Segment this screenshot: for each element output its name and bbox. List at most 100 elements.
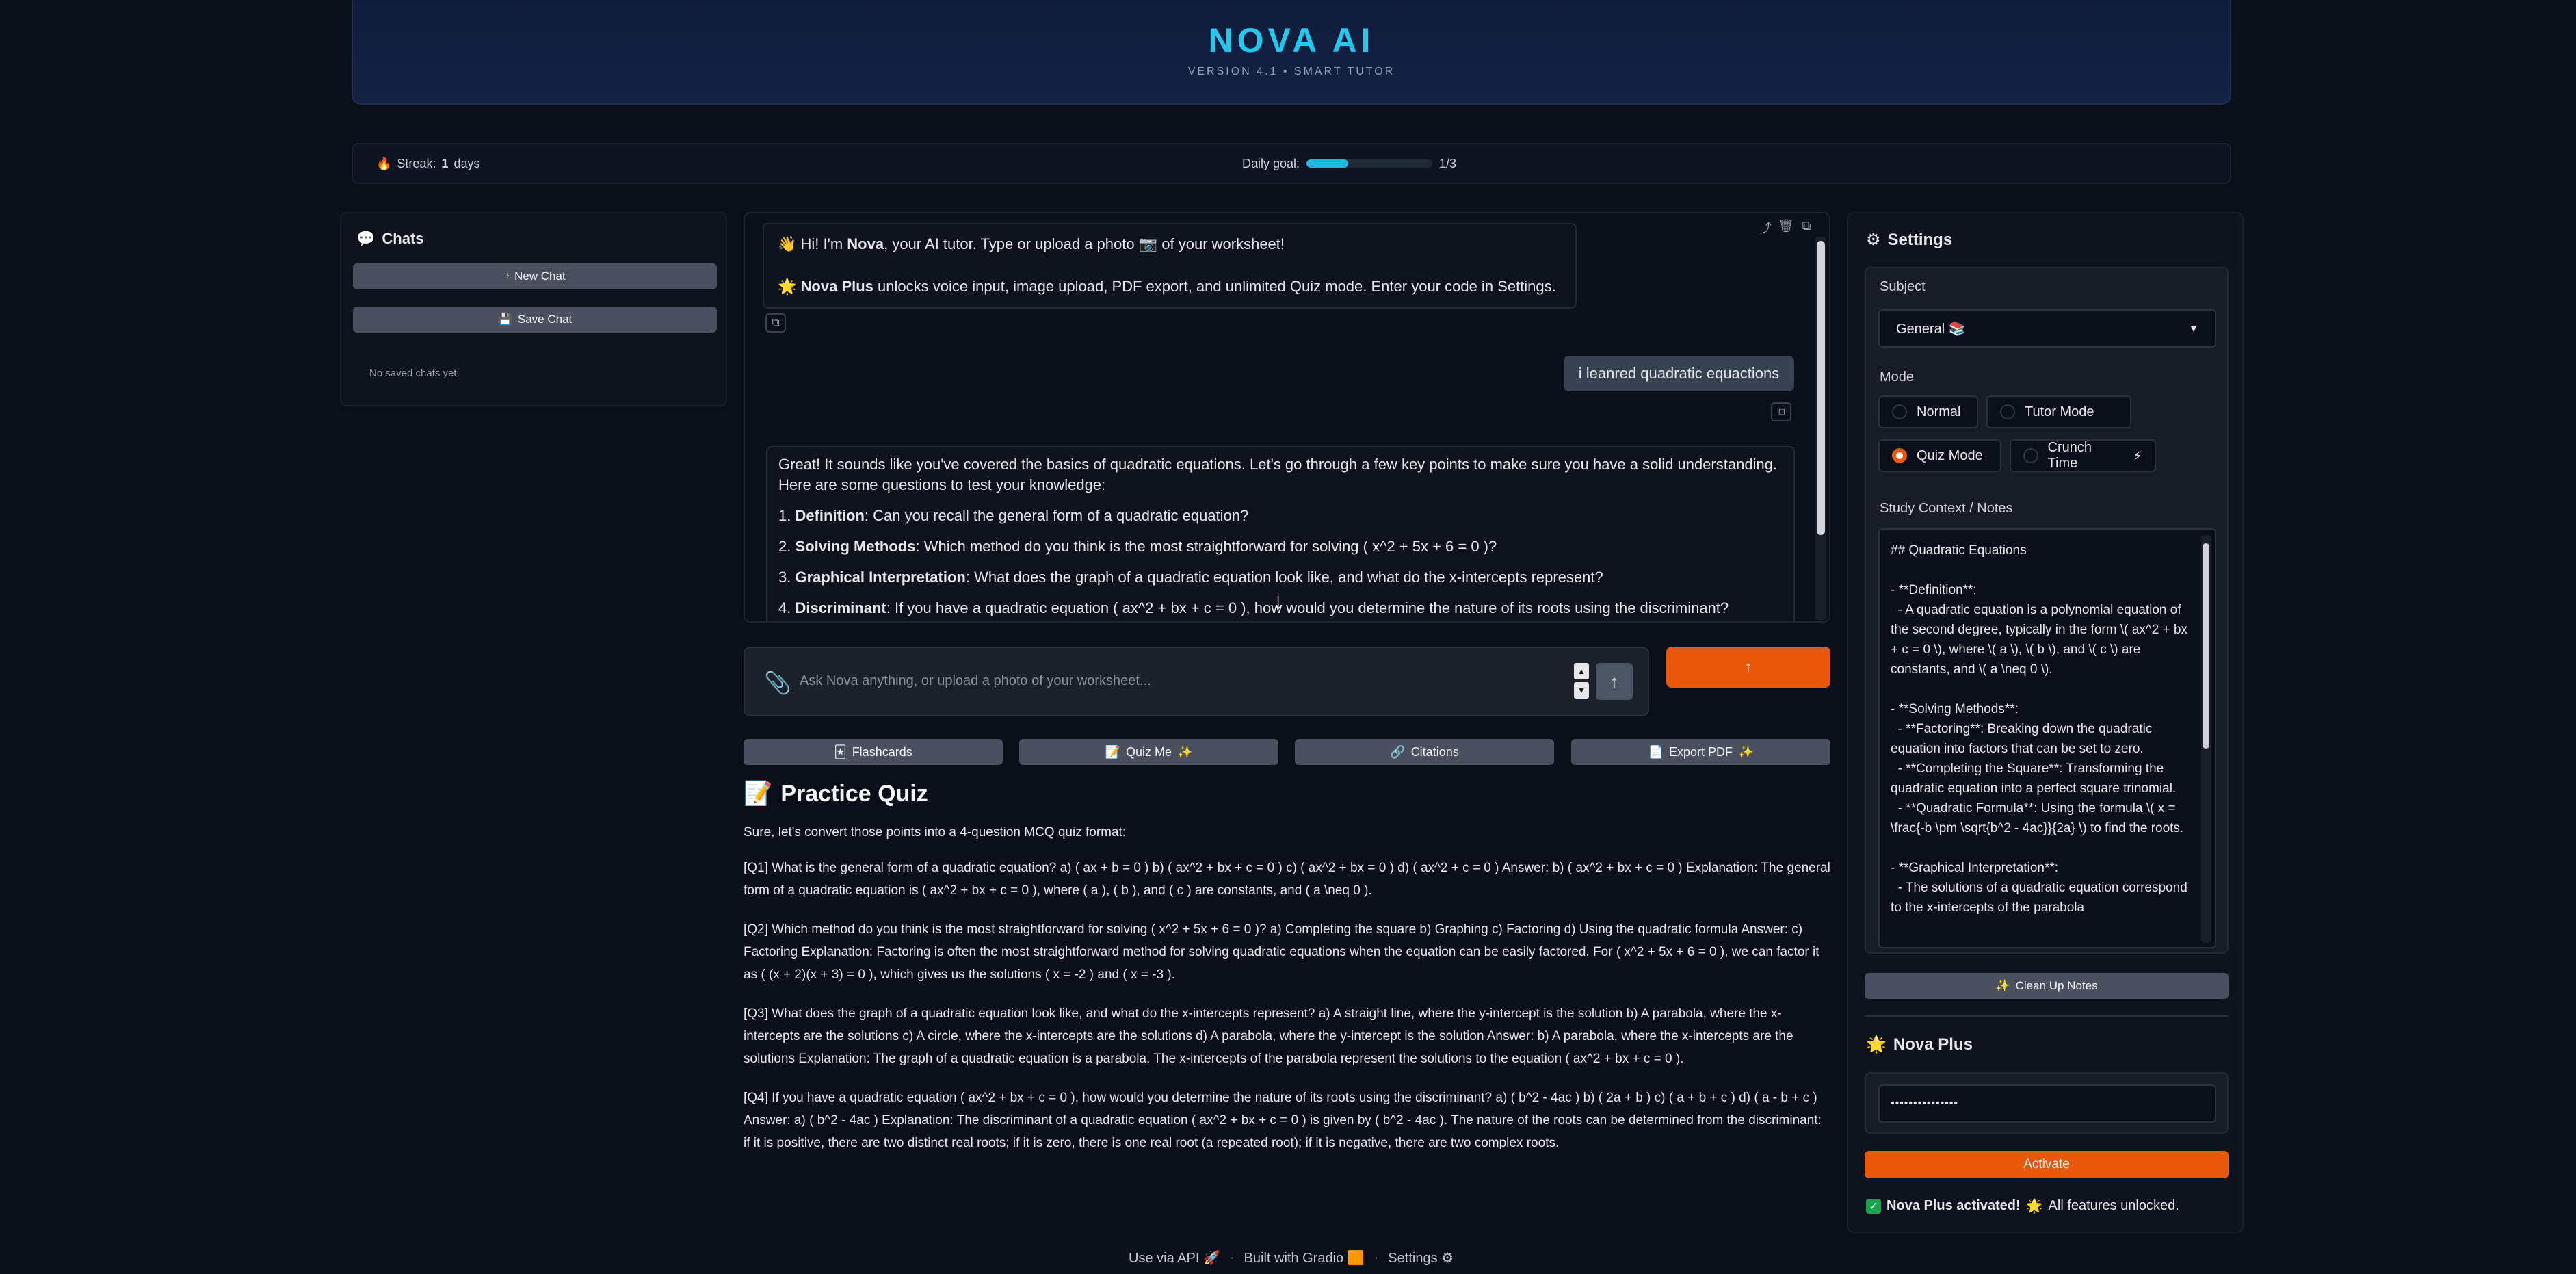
mode-quiz-radio[interactable]: Quiz Mode (1878, 439, 2001, 472)
settings-footer-label: Settings (1388, 1251, 1438, 1266)
radio-dot (1892, 404, 1907, 419)
settings-heading: ⚙ Settings (1866, 230, 1952, 250)
mode-crunch-radio[interactable]: Crunch Time ⚡ (2010, 439, 2156, 472)
scroll-down-icon[interactable]: ↓ (1272, 588, 1284, 615)
mode-label: Mode (1880, 369, 1915, 385)
lightning-icon: ⚡ (2132, 448, 2142, 464)
clean-up-label: Clean Up Notes (2015, 979, 2098, 992)
quiz-question: [Q2] Which method do you think is the mo… (744, 922, 1819, 982)
message-composer: 📎 ▲▼ ↑ (744, 647, 1649, 716)
point-text: : Which method do you think is the most … (915, 538, 1497, 555)
citations-button[interactable]: 🔗 Citations (1295, 739, 1554, 765)
memo-icon: 📝 (744, 781, 773, 807)
new-chat-button[interactable]: + New Chat (353, 263, 717, 289)
point-title: Discriminant (795, 599, 886, 616)
subject-dropdown[interactable]: General 📚 ▼ (1878, 309, 2216, 348)
greeting-message: 👋 Hi! I'm Nova, your AI tutor. Type or u… (763, 223, 1577, 309)
quiz-intro: Sure, let's convert those points into a … (744, 825, 1127, 840)
mode-label-tutor: Tutor Mode (2025, 404, 2094, 419)
mode-tutor-radio[interactable]: Tutor Mode (1986, 395, 2131, 428)
footer: Use via API 🚀 · Built with Gradio 🟧 · Se… (1129, 1249, 1471, 1266)
radio-dot-selected (1892, 448, 1907, 463)
save-icon: 💾 (497, 313, 512, 326)
streak-unit: days (454, 156, 480, 170)
separator: · (1374, 1250, 1379, 1265)
flashcards-button[interactable]: 🃏 Flashcards (744, 739, 1003, 765)
mode-label-normal: Normal (1917, 404, 1961, 419)
copy-icon[interactable]: ⧉ (1771, 402, 1791, 421)
nova-plus-title: Nova Plus (1893, 1035, 1973, 1054)
activate-button[interactable]: Activate (1865, 1151, 2229, 1178)
activation-status: ✓ Nova Plus activated! 🌟 All features un… (1866, 1197, 2179, 1214)
point-title: Definition (795, 507, 865, 524)
quiz-me-button[interactable]: 📝 Quiz Me ✨ (1019, 739, 1278, 765)
copy-all-icon[interactable]: ⧉ (1798, 219, 1815, 234)
streak-label: Streak: (397, 156, 436, 170)
radio-dot (2000, 404, 2015, 419)
use-api-link[interactable]: Use via API 🚀 (1129, 1249, 1220, 1266)
separator: · (1229, 1250, 1235, 1265)
activation-bold: Nova Plus activated! (1887, 1198, 2021, 1213)
notes-scroll-thumb[interactable] (2203, 543, 2209, 749)
use-api-label: Use via API (1129, 1251, 1200, 1266)
goal-progress-fill (1306, 159, 1348, 168)
status-bar: 🔥 Streak: 1 days Daily goal: 1/3 (352, 143, 2231, 184)
goal-count: 1/3 (1439, 156, 1457, 170)
export-pdf-button[interactable]: 📄 Export PDF ✨ (1571, 739, 1830, 765)
chat-scroll-thumb[interactable] (1817, 241, 1825, 535)
mode-normal-radio[interactable]: Normal (1878, 395, 1978, 428)
point-title: Solving Methods (795, 538, 916, 555)
subject-label: Subject (1880, 279, 1926, 294)
arrow-up-icon: ↑ (1609, 671, 1619, 692)
check-icon: ✓ (1866, 1198, 1881, 1214)
line-stepper[interactable]: ▲ ▼ (1574, 663, 1589, 699)
cards-icon: 🃏 (834, 744, 847, 759)
star-icon: 🌟 (2025, 1199, 2043, 1214)
flashcards-label: Flashcards (852, 744, 912, 759)
rocket-icon: 🚀 (1202, 1251, 1220, 1266)
message-input[interactable] (800, 667, 1620, 694)
mode-label-crunch: Crunch Time (2047, 440, 2092, 471)
bot-point: 1. Definition: Can you recall the genera… (778, 506, 1783, 526)
submit-arrow-button[interactable]: ↑ (1596, 663, 1633, 700)
code-field-wrap (1865, 1072, 2229, 1134)
quiz-heading: 📝 Practice Quiz (744, 780, 1830, 807)
point-text: : If you have a quadratic equation ( ax^… (886, 599, 1729, 616)
arrow-up-icon: ↑ (1744, 658, 1752, 675)
stepper-up-icon[interactable]: ▲ (1574, 663, 1589, 679)
save-chat-label: Save Chat (517, 313, 573, 326)
mode-label-quiz: Quiz Mode (1917, 447, 1983, 463)
brand-title: NOVA AI (1208, 21, 1375, 60)
export-pdf-label: Export PDF (1668, 744, 1733, 759)
paperclip-icon[interactable]: 📎 (764, 670, 791, 696)
stepper-down-icon[interactable]: ▼ (1574, 682, 1589, 699)
practice-quiz: 📝 Practice Quiz Sure, let's convert thos… (744, 780, 1830, 1154)
chat-log[interactable]: ⤴ 🗑 ⧉ 👋 Hi! I'm Nova, your AI tutor. Typ… (744, 212, 1830, 623)
share-icon[interactable]: ⤴ (1757, 219, 1774, 235)
clean-up-notes-button[interactable]: ✨ Clean Up Notes (1865, 973, 2229, 999)
gear-icon: ⚙ (1866, 231, 1881, 249)
settings-panel: ⚙ Settings Subject General 📚 ▼ Mode Norm… (1847, 212, 2244, 1233)
version-subtitle: VERSION 4.1 • SMART TUTOR (1187, 66, 1395, 77)
settings-title: Settings (1887, 230, 1953, 249)
star-icon: 🌟 (778, 278, 797, 295)
notes-content[interactable]: ## Quadratic Equations - **Definition**:… (1880, 530, 2215, 928)
quiz-question: [Q4] If you have a quadratic equation ( … (744, 1091, 1822, 1150)
wave-icon: 👋 (778, 235, 797, 252)
streak-value: 1 (441, 156, 449, 170)
citations-label: Citations (1410, 744, 1459, 759)
send-button[interactable]: ↑ (1666, 647, 1830, 688)
point-number: 2. (778, 538, 796, 555)
copy-icon[interactable]: ⧉ (765, 313, 786, 333)
plus-code-input[interactable] (1878, 1084, 2216, 1123)
built-with-gradio-link[interactable]: Built with Gradio 🟧 (1244, 1249, 1365, 1266)
settings-link[interactable]: Settings ⚙ (1388, 1249, 1454, 1266)
daily-goal: Daily goal: 1/3 (1242, 157, 1456, 171)
greeting-plus-text: unlocks voice input, image upload, PDF e… (873, 278, 1556, 295)
point-number: 1. (778, 507, 796, 524)
goal-progress-bar (1306, 159, 1433, 168)
camera-icon: 📷 (1138, 235, 1158, 252)
notes-textarea[interactable]: ## Quadratic Equations - **Definition**:… (1878, 528, 2216, 948)
save-chat-button[interactable]: 💾 Save Chat (353, 307, 717, 333)
trash-icon[interactable]: 🗑 (1777, 219, 1795, 234)
